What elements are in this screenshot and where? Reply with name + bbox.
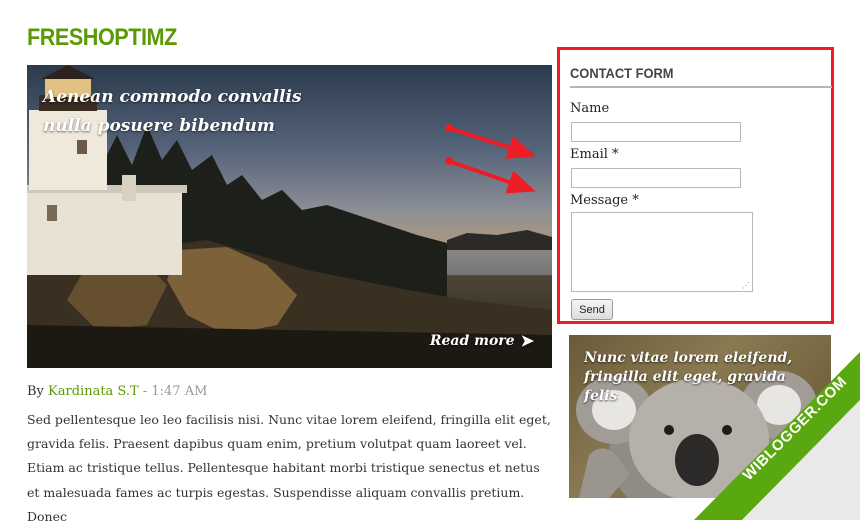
featured-post-image[interactable]: Aenean commodo convallis nulla posuere b… bbox=[27, 65, 552, 368]
contact-title-divider bbox=[570, 86, 832, 88]
email-field[interactable] bbox=[571, 168, 741, 188]
read-more-link[interactable]: Read more ➤ bbox=[430, 331, 534, 350]
name-field[interactable] bbox=[571, 122, 741, 142]
side-post-image[interactable]: Nunc vitae lorem eleifend, fringilla eli… bbox=[569, 335, 831, 498]
meta-separator: - bbox=[142, 384, 148, 399]
meta-by: By bbox=[27, 384, 44, 399]
post-excerpt: Sed pellentesque leo leo facilisis nisi.… bbox=[27, 412, 551, 524]
author-link[interactable]: Kardinata S.T bbox=[48, 384, 139, 399]
message-label: Message * bbox=[570, 193, 639, 208]
read-more-label: Read more bbox=[429, 332, 515, 349]
post-meta: By Kardinata S.T - 1:47 AM bbox=[27, 384, 207, 399]
message-textarea[interactable]: ⋰ bbox=[571, 212, 753, 292]
send-button[interactable]: Send bbox=[571, 299, 613, 320]
resize-grip-icon[interactable]: ⋰ bbox=[742, 281, 750, 290]
contact-form-widget: CONTACT FORM Name Email * Message * ⋰ Se… bbox=[557, 47, 834, 324]
contact-form-title: CONTACT FORM bbox=[570, 65, 674, 81]
post-time: 1:47 AM bbox=[151, 384, 208, 399]
double-arrow-icon: ➤ bbox=[520, 331, 534, 350]
featured-post-title[interactable]: Aenean commodo convallis nulla posuere b… bbox=[43, 83, 353, 141]
site-title[interactable]: FRESHOPTIMZ bbox=[27, 24, 177, 52]
side-post-title[interactable]: Nunc vitae lorem eleifend, fringilla eli… bbox=[584, 349, 819, 406]
name-label: Name bbox=[570, 101, 610, 116]
email-label: Email * bbox=[570, 147, 619, 162]
